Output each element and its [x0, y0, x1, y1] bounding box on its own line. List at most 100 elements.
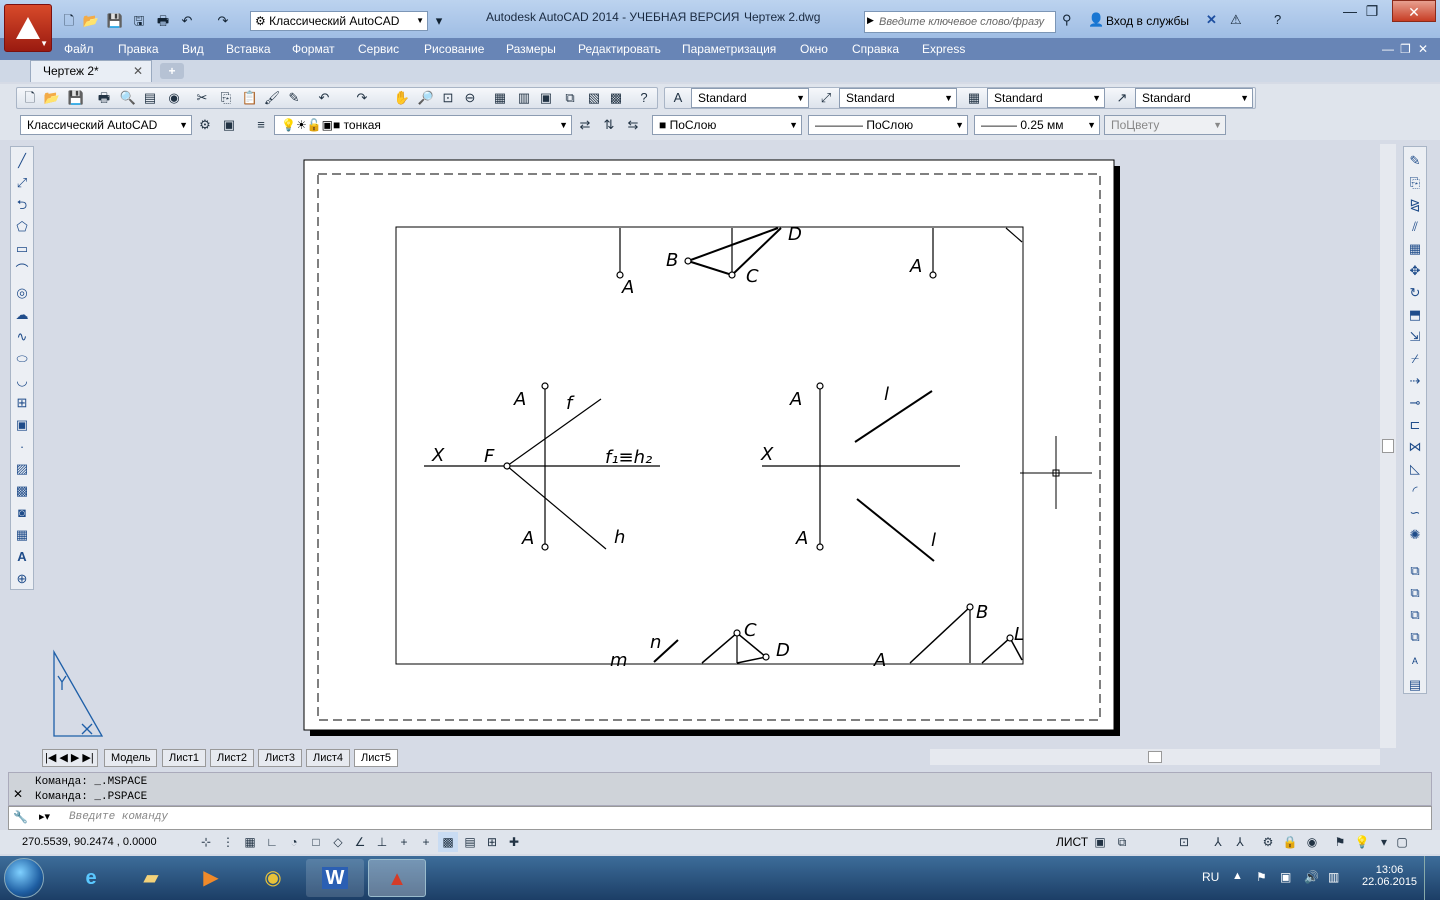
action-center-icon[interactable]: ⚑ — [1256, 870, 1267, 884]
calculator-icon[interactable]: ▩ — [605, 88, 627, 108]
mleader-style-icon[interactable]: ↗ — [1111, 88, 1133, 108]
layer-previous-icon[interactable]: ⇅ — [598, 115, 620, 135]
tpy-icon[interactable]: ▩ — [438, 832, 458, 852]
menu-dimension[interactable]: Размеры — [500, 38, 562, 60]
hatch-back-icon[interactable]: ▤ — [1405, 675, 1425, 695]
close-icon[interactable]: ✕ — [13, 787, 23, 801]
draworder-front-icon[interactable]: ⧉ — [1405, 561, 1425, 581]
quick-view-drawings-icon[interactable]: ⧉ — [1112, 832, 1132, 852]
wrench-icon[interactable]: 🔧 — [13, 810, 28, 824]
lwt-icon[interactable]: + — [416, 832, 436, 852]
doc-close-button[interactable]: ✕ — [1412, 38, 1434, 60]
erase-icon[interactable]: ✎ — [1405, 151, 1425, 171]
new-tab-button[interactable]: + — [160, 63, 184, 79]
new-icon[interactable]: 🗋 — [60, 12, 78, 30]
layer-properties-icon[interactable]: ≡ — [250, 115, 272, 135]
isolate-objects-icon[interactable]: ⚑ — [1330, 832, 1350, 852]
rectangle-icon[interactable]: ▭ — [12, 239, 32, 259]
stretch-icon[interactable]: ⇲ — [1405, 327, 1425, 347]
tab-sheet2[interactable]: Лист2 — [210, 749, 255, 767]
dyn-icon[interactable]: + — [394, 832, 414, 852]
tab-drawing2[interactable]: Чертеж 2* ✕ — [30, 60, 152, 82]
circle-icon[interactable]: ◎ — [12, 283, 32, 303]
infer-icon[interactable]: ⊹ — [196, 832, 216, 852]
table-style-dropdown[interactable]: Standard ▼ — [987, 88, 1105, 108]
ie-icon[interactable]: e — [62, 859, 120, 897]
signin-button[interactable]: Вход в службы — [1106, 14, 1189, 28]
zoom-previous-icon[interactable]: ⊖ — [459, 88, 481, 108]
save-as-icon[interactable]: 🖫 — [130, 12, 148, 30]
osnap-icon[interactable]: □ — [306, 832, 326, 852]
hatch-icon[interactable]: ▨ — [12, 459, 32, 479]
point-icon[interactable]: · — [12, 437, 32, 457]
coordinates-readout[interactable]: 270.5539, 90.2474 , 0.0000 — [22, 836, 157, 848]
workspace-dropdown[interactable]: ⚙ Классический AutoCAD ▼ — [250, 11, 428, 31]
save-icon[interactable]: 💾 — [65, 88, 87, 108]
sheet-set-icon[interactable]: ⧉ — [559, 88, 581, 108]
drawing-canvas[interactable]: B D C A A A f X F f₁≡h₂ A h A l X A l m … — [36, 142, 1380, 748]
ellipse-arc-icon[interactable]: ◡ — [12, 371, 32, 391]
menu-edit[interactable]: Правка — [112, 38, 165, 60]
paper-space-label[interactable]: ЛИСТ — [1056, 835, 1088, 849]
workspace-dropdown-2[interactable]: Классический AutoCAD ▼ — [20, 115, 192, 135]
break-icon[interactable]: ⊏ — [1405, 415, 1425, 435]
help-icon[interactable]: ? — [1274, 12, 1281, 27]
move-icon[interactable]: ✥ — [1405, 261, 1425, 281]
draworder-back-icon[interactable]: ⧉ — [1405, 583, 1425, 603]
tray-expand-icon[interactable]: ▲ — [1232, 870, 1243, 882]
chrome-icon[interactable]: ◉ — [244, 859, 302, 897]
preview-icon[interactable]: 🔍 — [117, 88, 139, 108]
fillet-icon[interactable]: ◜ — [1405, 481, 1425, 501]
vertical-scroll-thumb[interactable] — [1382, 439, 1394, 453]
open-icon[interactable]: 📂 — [82, 12, 100, 30]
layer-dropdown[interactable]: 💡☀🔓▣■ тонкая ▼ — [274, 115, 572, 135]
trim-icon[interactable]: ⌿ — [1405, 349, 1425, 369]
text-front-icon[interactable]: ᴬ — [1405, 653, 1425, 673]
color-dropdown[interactable]: ■ ПоСлою ▼ — [652, 115, 802, 135]
vertical-scrollbar[interactable] — [1380, 144, 1396, 748]
save-icon[interactable]: 💾 — [106, 12, 124, 30]
close-icon[interactable]: ✕ — [133, 61, 143, 81]
ducs-icon[interactable]: ⊥ — [372, 832, 392, 852]
start-button[interactable] — [4, 858, 44, 898]
offset-icon[interactable]: ⫽ — [1405, 217, 1425, 237]
menu-view[interactable]: Вид — [176, 38, 210, 60]
spline-icon[interactable]: ∿ — [12, 327, 32, 347]
menu-express[interactable]: Express — [916, 38, 971, 60]
publish-icon[interactable]: ▤ — [139, 88, 161, 108]
menu-window[interactable]: Окно — [794, 38, 834, 60]
status-menu-icon[interactable]: ▾ — [1374, 832, 1394, 852]
exchange-icon[interactable]: ✕ — [1206, 12, 1217, 28]
print-icon[interactable]: 🖶 — [154, 12, 172, 30]
tab-sheet5[interactable]: Лист5 — [354, 749, 399, 767]
user-icon[interactable]: 👤 — [1088, 12, 1104, 28]
lineweight-dropdown[interactable]: ——— 0.25 мм ▼ — [974, 115, 1100, 135]
ortho-icon[interactable]: ∟ — [262, 832, 282, 852]
menu-parametric[interactable]: Параметризация — [676, 38, 782, 60]
design-center-icon[interactable]: ▥ — [513, 88, 535, 108]
linetype-dropdown[interactable]: ———— ПоСлою ▼ — [808, 115, 968, 135]
open-icon[interactable]: 📂 — [41, 88, 63, 108]
help-icon[interactable]: ? — [633, 88, 655, 108]
mirror-icon[interactable]: ⧎ — [1405, 195, 1425, 215]
autocad-logo-button[interactable]: ▼ — [4, 4, 52, 52]
annotation-scale-icon[interactable]: ⅄ — [1208, 832, 1228, 852]
command-prompt-icon[interactable]: ▸▾ — [39, 810, 50, 823]
clock[interactable]: 13:06 22.06.2015 — [1362, 864, 1417, 888]
region-icon[interactable]: ◙ — [12, 503, 32, 523]
network-icon[interactable]: ▥ — [1328, 870, 1339, 884]
show-desktop-button[interactable] — [1424, 856, 1440, 900]
text-style-icon[interactable]: A — [667, 88, 689, 108]
table-icon[interactable]: ▦ — [12, 525, 32, 545]
zoom-window-icon[interactable]: ⊡ — [437, 88, 459, 108]
menu-draw[interactable]: Рисование — [418, 38, 490, 60]
tab-sheet3[interactable]: Лист3 — [258, 749, 303, 767]
gradient-icon[interactable]: ▩ — [12, 481, 32, 501]
workspace-save-icon[interactable]: ▣ — [218, 115, 240, 135]
sc-icon[interactable]: ⊞ — [482, 832, 502, 852]
construction-line-icon[interactable]: ⤢ — [12, 173, 32, 193]
workspace-settings-icon[interactable]: ⚙ — [194, 115, 216, 135]
revcloud-icon[interactable]: ☁ — [12, 305, 32, 325]
a360-icon[interactable]: ⚠ — [1230, 12, 1242, 28]
rotate-icon[interactable]: ↻ — [1405, 283, 1425, 303]
